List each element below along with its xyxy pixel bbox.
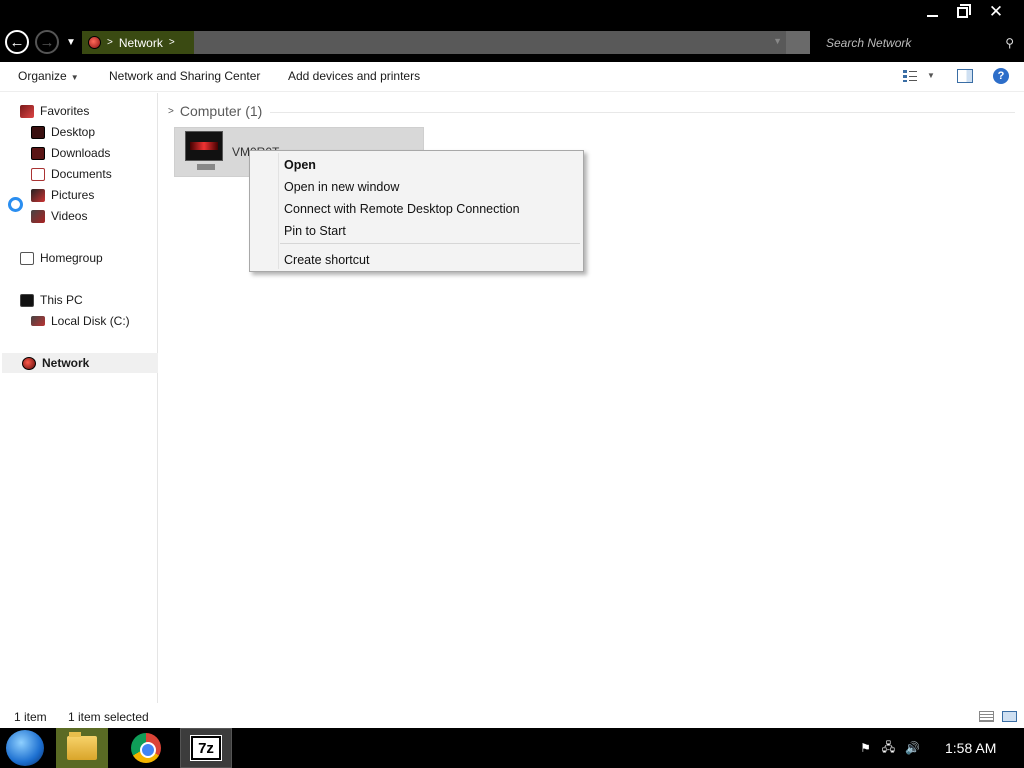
sidebar-item-label: Favorites (40, 104, 90, 118)
taskbar-chrome[interactable] (120, 728, 172, 768)
this-pc-icon (20, 293, 34, 307)
command-bar: Organize ▼ Network and Sharing Center Add… (0, 62, 1024, 92)
status-selection: 1 item selected (68, 710, 149, 724)
documents-icon (31, 167, 45, 181)
context-menu-create-shortcut[interactable]: Create shortcut (284, 253, 369, 267)
7zip-icon: 7z (190, 735, 222, 761)
divider (270, 112, 1015, 113)
close-button[interactable]: ✕ (980, 0, 1012, 24)
add-devices-button[interactable]: Add devices and printers (288, 69, 420, 83)
context-menu-remote-desktop[interactable]: Connect with Remote Desktop Connection (284, 202, 520, 216)
view-options-dropdown-icon[interactable]: ▼ (927, 71, 935, 80)
network-tray-icon[interactable]: 🖧 (881, 740, 896, 755)
search-input[interactable]: Search Network ⚲ (816, 31, 1020, 54)
sidebar-item-homegroup[interactable]: Homegroup (20, 248, 103, 268)
navigation-pane: Favorites Desktop Downloads Documents Pi… (0, 93, 158, 703)
breadcrumb[interactable]: > Network > (82, 31, 194, 54)
status-bar: 1 item 1 item selected (0, 704, 1024, 728)
network-icon (22, 356, 36, 370)
chevron-right-icon[interactable]: > (107, 37, 113, 48)
minimize-button[interactable] (916, 0, 948, 24)
forward-button[interactable]: → (35, 30, 59, 54)
homegroup-icon (20, 251, 34, 265)
downloads-icon (31, 146, 45, 160)
back-arrow-icon: ← (9, 33, 25, 51)
back-button[interactable]: ← (5, 30, 29, 54)
sidebar-item-videos[interactable]: Videos (31, 206, 87, 226)
details-view-icon[interactable] (979, 711, 994, 722)
volume-icon[interactable]: 🔊 (905, 741, 920, 755)
action-center-flag-icon[interactable]: ⚑ (858, 741, 873, 755)
sidebar-item-label: Desktop (51, 125, 96, 139)
sidebar-item-this-pc[interactable]: This PC (20, 290, 83, 310)
search-placeholder: Search Network (826, 35, 912, 50)
minimize-icon (926, 15, 938, 17)
chevron-down-icon: ▼ (70, 73, 79, 82)
help-icon[interactable]: ? (993, 68, 1009, 84)
organize-label: Organize (18, 69, 67, 83)
sidebar-item-label: Videos (51, 209, 88, 223)
explorer-window: ✕ ← → ▼ > Network > ▼ Search Network ⚲ O… (0, 0, 1024, 728)
large-icons-view-icon[interactable] (1002, 711, 1017, 722)
forward-arrow-icon: → (39, 33, 55, 51)
navigation-bar: ← → ▼ > Network > ▼ Search Network ⚲ (0, 24, 1024, 62)
close-icon: ✕ (988, 2, 1004, 21)
sidebar-item-label: Local Disk (C:) (51, 314, 130, 328)
change-view-icon[interactable] (902, 69, 918, 83)
address-bar[interactable]: > Network > ▼ (82, 31, 810, 54)
sidebar-item-pictures[interactable]: Pictures (31, 185, 94, 205)
search-icon[interactable]: ⚲ (1005, 36, 1014, 50)
sidebar-item-documents[interactable]: Documents (31, 164, 112, 184)
videos-icon (31, 209, 45, 223)
clock[interactable]: 1:58 AM (945, 740, 996, 756)
network-sharing-center-button[interactable]: Network and Sharing Center (109, 69, 260, 83)
restore-icon (956, 3, 971, 18)
context-menu-pin-to-start[interactable]: Pin to Start (284, 224, 346, 238)
sidebar-item-label: Downloads (51, 146, 111, 160)
organize-button[interactable]: Organize ▼ (18, 69, 79, 83)
computer-monitor-icon (185, 131, 223, 161)
sidebar-item-label: Pictures (51, 188, 95, 202)
sidebar-item-favorites[interactable]: Favorites (20, 101, 89, 121)
sidebar-item-downloads[interactable]: Downloads (31, 143, 110, 163)
sidebar-item-label: Homegroup (40, 251, 103, 265)
context-menu-open[interactable]: Open (284, 158, 316, 172)
taskbar-file-explorer[interactable] (56, 728, 108, 768)
monitor-stand-icon (197, 164, 215, 170)
sidebar-item-label: Documents (51, 167, 112, 181)
sidebar-item-label: Network (42, 356, 90, 370)
breadcrumb-network[interactable]: Network (119, 36, 163, 50)
group-header[interactable]: > Computer (1) (168, 103, 262, 119)
preview-pane-icon[interactable] (957, 69, 973, 83)
context-menu-separator (280, 243, 580, 244)
taskbar: 7z ⚑ 🖧 🔊 1:58 AM (0, 728, 1024, 768)
network-icon (88, 36, 101, 49)
title-bar[interactable]: ✕ (0, 0, 1024, 24)
start-button[interactable] (6, 730, 44, 766)
context-menu-gutter (278, 153, 279, 269)
chrome-icon (131, 733, 161, 763)
chevron-right-icon[interactable]: > (168, 106, 174, 117)
sidebar-item-local-disk[interactable]: Local Disk (C:) (31, 311, 130, 331)
folder-icon (67, 732, 97, 760)
recent-locations-dropdown[interactable]: ▼ (66, 37, 76, 48)
pictures-icon (31, 188, 45, 202)
status-item-count: 1 item (14, 710, 47, 724)
sidebar-item-label: This PC (40, 293, 83, 307)
chevron-right-icon[interactable]: > (169, 37, 175, 48)
sidebar-item-desktop[interactable]: Desktop (31, 122, 95, 142)
address-dropdown-icon[interactable]: ▼ (773, 36, 782, 46)
local-disk-icon (31, 316, 45, 326)
context-menu: Open Open in new window Connect with Rem… (249, 150, 584, 272)
desktop-icon (31, 125, 45, 139)
refresh-button[interactable] (786, 31, 810, 54)
busy-cursor-icon (8, 197, 23, 212)
context-menu-open-new-window[interactable]: Open in new window (284, 180, 399, 194)
taskbar-7zip[interactable]: 7z (180, 728, 232, 768)
group-header-label: Computer (1) (179, 103, 263, 119)
restore-button[interactable] (946, 0, 978, 24)
favorites-icon (20, 104, 34, 118)
sidebar-item-network[interactable]: Network (2, 353, 158, 373)
